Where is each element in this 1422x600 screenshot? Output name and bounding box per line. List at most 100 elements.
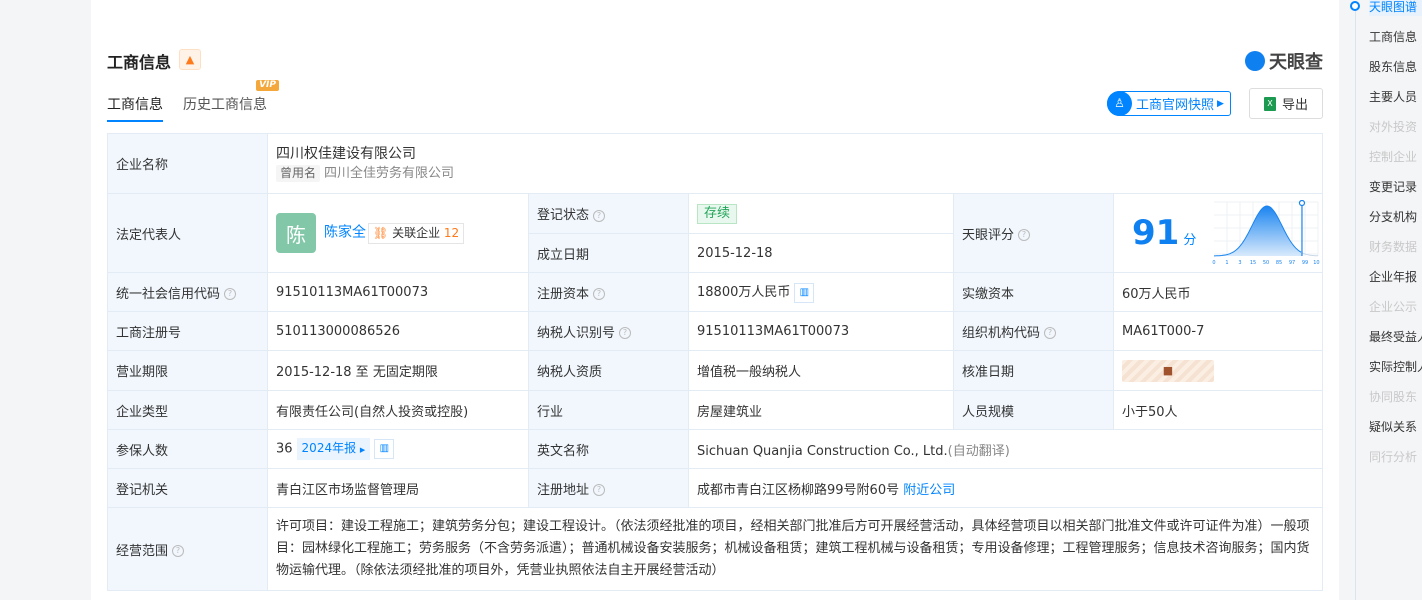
industry-label: 行业	[528, 390, 689, 430]
tianyancha-logo: 天眼查	[1245, 48, 1323, 74]
excel-icon: X	[1263, 96, 1276, 111]
related-count: 12	[443, 225, 460, 240]
tabs: 工商信息 历史工商信息 VIP	[107, 80, 279, 122]
help-icon[interactable]: ?	[593, 484, 606, 496]
related-companies-button[interactable]: ⛓ 关联企业 12	[368, 222, 465, 244]
scope-value: 许可项目：建设工程施工；建筑劳务分包；建设工程设计。（依法须经批准的项目，经相关…	[266, 507, 1324, 591]
taxpayer-id: 91510113MA61T00073	[688, 311, 954, 351]
help-icon[interactable]: ?	[593, 209, 606, 222]
annual-report-link[interactable]: 2024年报 ▶	[296, 438, 371, 460]
taxpayer-label-text: 纳税人识别号	[537, 325, 616, 341]
help-icon[interactable]: ?	[172, 545, 185, 557]
help-icon[interactable]: ?	[224, 288, 237, 300]
scope-label-text: 经营范围	[116, 543, 169, 559]
capital-value: 18800万人民币	[697, 285, 791, 301]
score-tick-label: 0	[1213, 260, 1216, 266]
snapshot-button[interactable]: ♙ 工商官网快照 ▶	[1107, 90, 1231, 116]
nav-item: 企业公示	[1369, 300, 1418, 314]
avatar[interactable]: 陈	[276, 213, 316, 253]
business-info-table: 企业名称 四川权佳建设有限公司 曾用名 四川全佳劳务有限公司 法定代表人 陈陈家全…	[107, 133, 1324, 591]
scope-label: 经营范围?	[107, 507, 268, 591]
approve-label: 核准日期	[953, 350, 1114, 391]
score-tick-label: 3	[1239, 260, 1242, 266]
capital-label: 注册资本?	[528, 272, 689, 312]
bar-chart-icon[interactable]: ▥	[374, 439, 395, 459]
former-name: 四川全佳劳务有限公司	[324, 165, 455, 181]
taxpayer-label: 纳税人识别号?	[528, 311, 689, 351]
score-tick-label: 100	[1314, 260, 1321, 266]
vip-badge: VIP	[256, 80, 279, 91]
score-tick-label: 99	[1302, 260, 1308, 266]
name-cell: 四川权佳建设有限公司 曾用名 四川全佳劳务有限公司	[266, 133, 1324, 194]
nav-item[interactable]: 企业年报	[1369, 268, 1422, 286]
active-dot-icon	[1350, 1, 1360, 11]
insured-value: 36	[276, 441, 293, 457]
legal-rep-link[interactable]: 陈家全	[324, 225, 366, 241]
tab-business-info[interactable]: 工商信息	[107, 94, 163, 122]
annual-report-label: 2024年报	[301, 441, 357, 455]
name-label: 企业名称	[107, 133, 268, 194]
legal-label: 法定代表人	[107, 193, 268, 273]
section-nav: 天眼图谱工商信息股东信息主要人员对外投资控制企业变更记录分支机构财务数据企业年报…	[1340, 0, 1422, 600]
nav-item: 财务数据	[1369, 240, 1418, 254]
paid-label: 实缴资本	[953, 272, 1114, 312]
credit-label-text: 统一社会信用代码	[116, 286, 221, 302]
related-label: 关联企业	[392, 225, 441, 240]
insured-label: 参保人数	[107, 429, 268, 469]
help-icon[interactable]: ?	[619, 327, 632, 339]
score-tick-label: 15	[1250, 260, 1256, 266]
score-tick-label: 50	[1263, 260, 1269, 266]
score-tick-label: 85	[1276, 260, 1282, 266]
nav-line	[1355, 6, 1356, 600]
caret-right-icon: ▶	[1217, 98, 1224, 109]
en-name: Sichuan Quanjia Construction Co., Ltd.	[697, 443, 948, 459]
authority-label: 登记机关	[107, 468, 268, 508]
nearby-companies-link[interactable]: 附近公司	[903, 483, 955, 498]
bell-icon[interactable]: ▲	[179, 49, 201, 70]
bar-chart-icon[interactable]: ▥	[794, 282, 815, 303]
section-title: 工商信息	[107, 53, 172, 72]
logo-text: 天眼查	[1269, 52, 1323, 73]
export-button[interactable]: X 导出	[1249, 88, 1323, 119]
nav-item[interactable]: 最终受益人	[1369, 328, 1422, 346]
nav-item[interactable]: 工商信息	[1369, 28, 1422, 46]
status-cell: 存续	[688, 193, 954, 234]
type-value: 有限责任公司(自然人投资或控股)	[267, 390, 529, 430]
nav-item[interactable]: 实际控制人	[1369, 358, 1422, 376]
authority-value: 青白江区市场监督管理局	[267, 468, 529, 508]
export-label: 导出	[1281, 98, 1308, 113]
tab-history-info[interactable]: 历史工商信息 VIP	[183, 80, 279, 122]
nav-item[interactable]: 分支机构	[1369, 208, 1422, 226]
capital-cell: 18800万人民币 ▥	[688, 272, 954, 312]
help-icon[interactable]: ?	[1018, 229, 1031, 241]
score-cell[interactable]: 91 分 0 1 3 15 50 85 97 99 100	[1112, 193, 1324, 273]
score-tick-label: 1	[1226, 260, 1229, 266]
nav-item: 对外投资	[1369, 120, 1418, 134]
approve-cell: ■	[1112, 350, 1324, 391]
tax-qual-label: 纳税人资质	[528, 350, 689, 391]
score-marker-dot	[1299, 200, 1306, 207]
staff-value: 小于50人	[1112, 390, 1324, 430]
nav-item: 控制企业	[1369, 150, 1418, 164]
nav-item[interactable]: 主要人员	[1369, 88, 1422, 106]
nav-item[interactable]: 变更记录	[1369, 178, 1422, 196]
reg-no: 510113000086526	[267, 311, 529, 351]
nav-item[interactable]: 疑似关系	[1369, 418, 1422, 436]
former-name-tag: 曾用名	[276, 164, 321, 182]
term-value: 2015-12-18 至 无固定期限	[267, 350, 529, 391]
help-icon[interactable]: ?	[593, 288, 606, 300]
org-code: MA61T000-7	[1112, 311, 1324, 351]
logo-icon	[1245, 51, 1265, 71]
score-distribution-chart: 0 1 3 15 50 85 97 99 100	[1213, 200, 1321, 266]
nav-item[interactable]: 天眼图谱	[1369, 0, 1422, 16]
help-icon[interactable]: ?	[1044, 327, 1057, 339]
network-icon: ⛓	[373, 225, 389, 240]
lock-icon[interactable]: ■	[1122, 359, 1214, 382]
tab-label: 历史工商信息	[183, 97, 267, 113]
est-label: 成立日期	[528, 233, 689, 273]
tax-qual-value: 增值税一般纳税人	[688, 350, 954, 391]
auto-translate-note: (自动翻译)	[947, 443, 1010, 459]
business-info-card: 工商信息 ▲ 天眼查 工商信息 历史工商信息 VIP ♙ 工商官网快照 ▶ X 导出 企…	[91, 0, 1339, 600]
address-label: 注册地址?	[528, 468, 689, 508]
nav-item[interactable]: 股东信息	[1369, 58, 1422, 76]
